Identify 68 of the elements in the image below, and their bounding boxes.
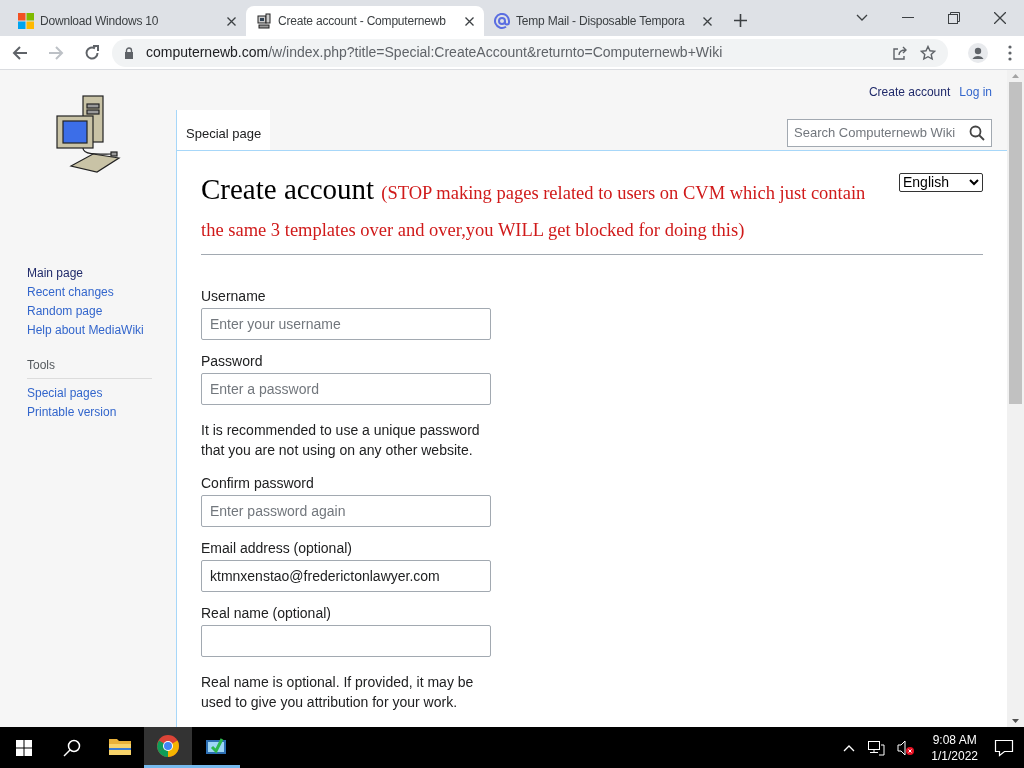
search-field[interactable]: Search Computernewb Wiki: [787, 119, 992, 147]
field-label: Password: [201, 352, 264, 370]
field-label: Username: [201, 287, 267, 305]
folder-icon: [108, 736, 132, 756]
input-field[interactable]: Enter your username: [201, 308, 491, 340]
lock-icon: [124, 46, 134, 59]
reload-icon[interactable]: [84, 44, 100, 61]
close-icon[interactable]: [994, 12, 1006, 24]
help-text: Real name is optional. If provided, it may be used to give you attribution for your work.: [201, 673, 475, 712]
star-icon[interactable]: [920, 44, 936, 61]
page-heading: Create account (STOP making pages related to users on CVM which just contain the same 3 templates over and over,you WILL get blocked for doing this): [201, 172, 867, 242]
sidebar-link[interactable]: Special pages: [27, 385, 152, 401]
log-in-link[interactable]: Log in: [959, 83, 992, 101]
close-icon[interactable]: [227, 16, 236, 26]
url-text: computernewb.com/w/index.php?title=Special:CreateAccount&returnto=Computernewb+Wiki: [146, 43, 724, 62]
profile-avatar-icon[interactable]: [968, 42, 988, 63]
sidebar-link[interactable]: Recent changes: [27, 284, 176, 300]
sidebar-link[interactable]: Printable version: [27, 404, 152, 420]
network-icon[interactable]: [867, 739, 886, 756]
restore-icon[interactable]: [948, 12, 960, 24]
help-text: It is recommended to use a unique password that you are not using on any other website.: [201, 421, 481, 460]
chrome-icon: [156, 734, 180, 758]
close-icon[interactable]: [703, 16, 712, 26]
sidebar-heading: Tools: [27, 356, 152, 379]
scroll-down-icon[interactable]: [1012, 719, 1019, 723]
create-account-link[interactable]: Create account: [868, 83, 951, 101]
at-sign-icon: [494, 13, 510, 29]
close-icon[interactable]: [465, 16, 474, 26]
taskbar-app[interactable]: [144, 727, 192, 768]
sidebar-link[interactable]: Help about MediaWiki: [27, 322, 176, 338]
sidebar-link[interactable]: Main page: [27, 265, 176, 281]
language-select[interactable]: English: [899, 173, 983, 192]
input-field[interactable]: ktmnxenstao@frederictonlawyer.com: [201, 560, 491, 592]
input-field[interactable]: Enter password again: [201, 495, 491, 527]
back-icon[interactable]: [12, 44, 28, 61]
browser-tab[interactable]: Create account - Computernewb: [246, 6, 484, 36]
sidebar-link[interactable]: Random page: [27, 303, 176, 319]
installer-icon: [204, 736, 228, 756]
scrollbar-thumb[interactable]: [1009, 82, 1022, 404]
windows-start-icon[interactable]: [16, 739, 32, 756]
chevron-down-icon[interactable]: [856, 14, 868, 22]
input-field[interactable]: Enter a password: [201, 373, 491, 405]
input-field[interactable]: [201, 625, 491, 657]
notification-icon[interactable]: [994, 738, 1014, 757]
chevron-down-icon: [969, 179, 979, 186]
clock-date: 1/1/2022: [931, 747, 978, 764]
windows-logo-icon: [18, 13, 34, 29]
clock-time: 9:08 AM: [932, 731, 977, 748]
address-bar[interactable]: computernewb.com/w/index.php?title=Special:CreateAccount&returnto=Computernewb+Wiki: [112, 38, 948, 67]
speaker-muted-icon[interactable]: [897, 739, 916, 756]
field-label: Email address (optional): [201, 539, 353, 557]
search-icon[interactable]: [63, 738, 81, 757]
field-label: Confirm password: [201, 474, 315, 492]
tab-title: Temp Mail - Disposable Tempora: [516, 13, 686, 30]
tab-title: Download Windows 10: [40, 13, 160, 30]
search-icon[interactable]: [969, 125, 985, 141]
tab-title: Create account - Computernewb: [278, 13, 447, 30]
field-label: Real name (optional): [201, 604, 332, 622]
computer-icon: [256, 13, 272, 29]
chevron-up-icon[interactable]: [843, 743, 856, 752]
menu-icon[interactable]: [1008, 44, 1012, 61]
special-page-tab[interactable]: Special page: [176, 110, 271, 150]
scrollbar[interactable]: [1007, 70, 1024, 727]
browser-tab[interactable]: Temp Mail - Disposable Tempora: [484, 6, 722, 36]
minimize-icon[interactable]: [902, 17, 914, 19]
new-tab-icon[interactable]: [734, 14, 747, 27]
browser-tab[interactable]: Download Windows 10: [8, 6, 246, 36]
share-icon[interactable]: [892, 44, 908, 61]
